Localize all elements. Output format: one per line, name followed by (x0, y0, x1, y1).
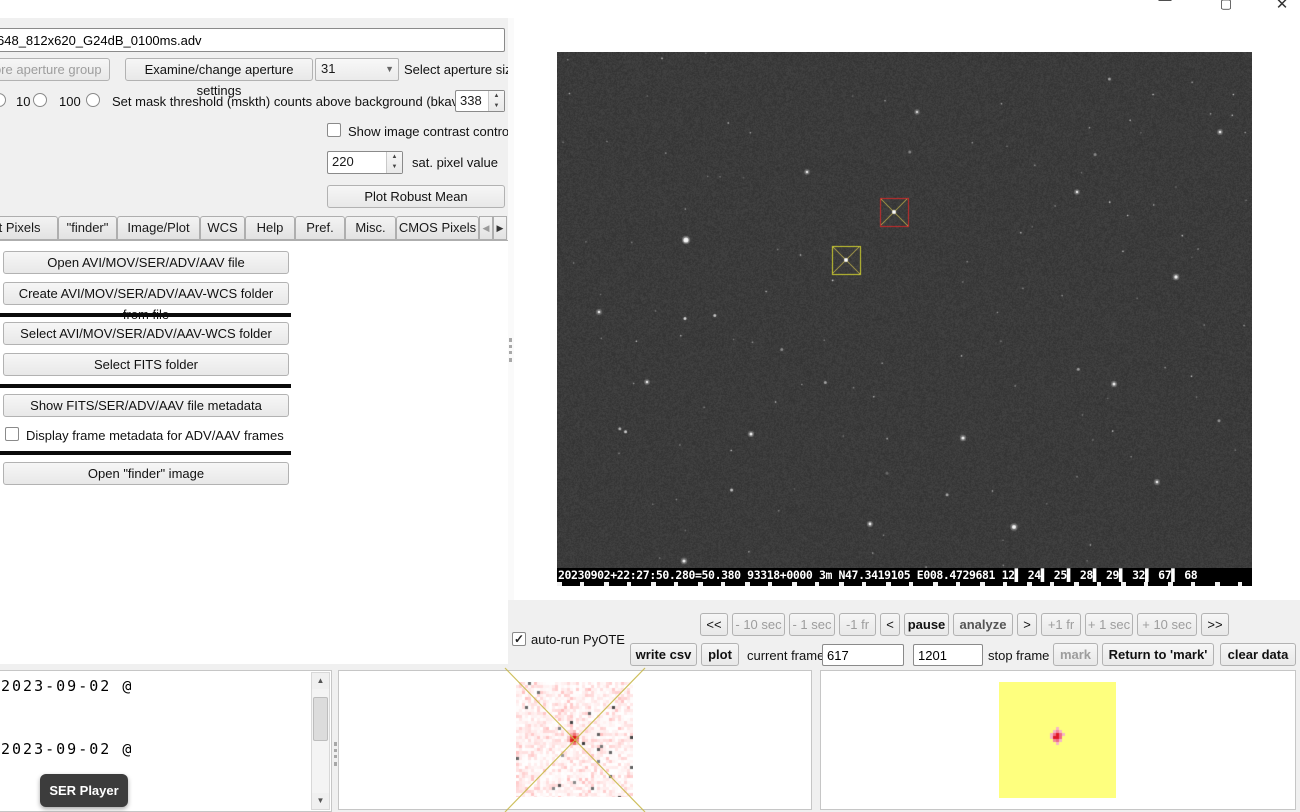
aperture-cross-icon (505, 668, 645, 812)
maximize-button[interactable]: ▢ (1216, 0, 1236, 15)
pause-button[interactable]: pause (904, 613, 949, 636)
divider (0, 451, 291, 455)
return-to-mark-button[interactable]: Return to 'mark' (1102, 643, 1214, 666)
write-csv-button[interactable]: write csv (630, 643, 697, 666)
osd-tick-blocks (557, 582, 1252, 586)
splitter-handle-icon[interactable] (334, 742, 337, 766)
display-frame-metadata-checkbox[interactable] (5, 427, 19, 441)
scrollbar-thumb[interactable] (313, 697, 328, 741)
aperture-size-label: Select aperture size (404, 62, 519, 77)
filename-input[interactable] (0, 28, 505, 52)
mask-threshold-radio-1[interactable] (0, 93, 6, 107)
mask-threshold-label: Set mask threshold (mskth) counts above … (112, 94, 470, 109)
log-line: 2023-09-02 @ (1, 677, 133, 695)
minus-10-sec-button[interactable]: - 10 sec (732, 613, 785, 636)
examine-aperture-settings-button[interactable]: Examine/change aperture settings (125, 58, 313, 81)
plus-1-sec-button[interactable]: + 1 sec (1085, 613, 1133, 636)
plot-button[interactable]: plot (701, 643, 739, 666)
tab-image-plot[interactable]: Image/Plot (117, 216, 200, 240)
aperture-size-select[interactable]: 31 ▼ (315, 58, 399, 81)
divider (0, 384, 291, 388)
minimize-button[interactable]: — (1155, 0, 1175, 11)
radio-10-label: 10 (16, 94, 30, 109)
chevron-down-icon: ▼ (385, 64, 394, 74)
show-metadata-button[interactable]: Show FITS/SER/ADV/AAV file metadata (3, 394, 289, 417)
mask-aperture-thumbnail[interactable] (999, 682, 1116, 798)
tab-scroll-left-icon[interactable]: ◀ (479, 216, 493, 240)
create-wcs-folder-button[interactable]: Create AVI/MOV/SER/ADV/AAV-WCS folder fr… (3, 282, 289, 305)
log-line: 2023-09-02 @ (1, 740, 133, 758)
mask-threshold-value: 338 (460, 93, 482, 108)
step-forward-button[interactable]: > (1017, 613, 1037, 636)
tab-content-panel: Open AVI/MOV/SER/ADV/AAV file Create AVI… (0, 240, 508, 664)
plus-10-sec-button[interactable]: + 10 sec (1137, 613, 1197, 636)
stop-frame-input[interactable] (913, 644, 983, 666)
contrast-control-checkbox[interactable] (327, 123, 341, 137)
scroll-up-icon[interactable]: ▲ (312, 673, 329, 689)
plus-1-frame-button[interactable]: +1 fr (1041, 613, 1081, 636)
scroll-down-icon[interactable]: ▼ (312, 793, 329, 809)
log-scrollbar[interactable]: ▲ ▼ (311, 672, 330, 810)
tab-cmos-pixels[interactable]: CMOS Pixels (396, 216, 479, 240)
analyze-button[interactable]: analyze (953, 613, 1013, 636)
tab-wcs[interactable]: WCS (200, 216, 245, 240)
ser-player-tooltip: SER Player (40, 774, 128, 807)
minus-1-frame-button[interactable]: -1 fr (839, 613, 876, 636)
select-wcs-folder-button[interactable]: Select AVI/MOV/SER/ADV/AAV-WCS folder (3, 322, 289, 345)
display-frame-metadata-label: Display frame metadata for ADV/AAV frame… (26, 428, 284, 443)
radio-100-label: 100 (59, 94, 81, 109)
restore-aperture-group-button[interactable]: tore aperture group (0, 58, 110, 81)
current-frame-label: current frame (747, 648, 824, 663)
osd-timestamp-strip: 20230902+22:27:50.280=50.380 93318+0000 … (557, 568, 1252, 586)
rewind-button[interactable]: << (700, 613, 728, 636)
current-frame-input[interactable] (822, 644, 904, 666)
open-finder-image-button[interactable]: Open "finder" image (3, 462, 289, 485)
tab-misc[interactable]: Misc. (345, 216, 396, 240)
tab-finder[interactable]: "finder" (58, 216, 117, 240)
sat-pixel-value: 220 (332, 154, 354, 169)
mask-threshold-radio-100[interactable] (86, 93, 100, 107)
fast-forward-button[interactable]: >> (1201, 613, 1229, 636)
mask-threshold-spinbox[interactable]: 338 ▲▼ (455, 90, 505, 112)
mask-threshold-radio-10[interactable] (33, 93, 47, 107)
minus-1-sec-button[interactable]: - 1 sec (789, 613, 835, 636)
spinner-arrows-icon[interactable]: ▲▼ (386, 152, 402, 173)
tab-help[interactable]: Help (245, 216, 295, 240)
step-back-button[interactable]: < (880, 613, 900, 636)
aperture-size-value: 31 (321, 61, 335, 76)
auto-run-pyote-label: auto-run PyOTE (531, 632, 625, 647)
plot-robust-mean-button[interactable]: Plot Robust Mean (327, 185, 505, 208)
contrast-control-label: Show image contrast control (348, 124, 512, 139)
tab-hot-pixels[interactable]: lot Pixels (0, 216, 58, 240)
stop-frame-label: stop frame (988, 648, 1049, 663)
open-file-button[interactable]: Open AVI/MOV/SER/ADV/AAV file (3, 251, 289, 274)
tab-scroll-right-icon[interactable]: ▶ (493, 216, 507, 240)
auto-run-pyote-checkbox[interactable]: ✓ (512, 632, 526, 646)
tab-pref[interactable]: Pref. (295, 216, 345, 240)
divider (0, 313, 291, 317)
spinner-arrows-icon[interactable]: ▲▼ (488, 91, 504, 111)
sat-pixel-spinbox[interactable]: 220 ▲▼ (327, 151, 403, 174)
close-button[interactable]: ✕ (1272, 0, 1292, 16)
splitter-handle-icon[interactable] (509, 338, 512, 362)
star-field-image[interactable] (557, 52, 1252, 568)
clear-data-button[interactable]: clear data (1220, 643, 1296, 666)
mark-button[interactable]: mark (1053, 643, 1098, 666)
sat-pixel-label: sat. pixel value (412, 155, 498, 170)
osd-timestamp-text: 20230902+22:27:50.280=50.380 93318+0000 … (558, 568, 1197, 582)
title-bar: — ▢ ✕ (0, 0, 1300, 18)
select-fits-folder-button[interactable]: Select FITS folder (3, 353, 289, 376)
